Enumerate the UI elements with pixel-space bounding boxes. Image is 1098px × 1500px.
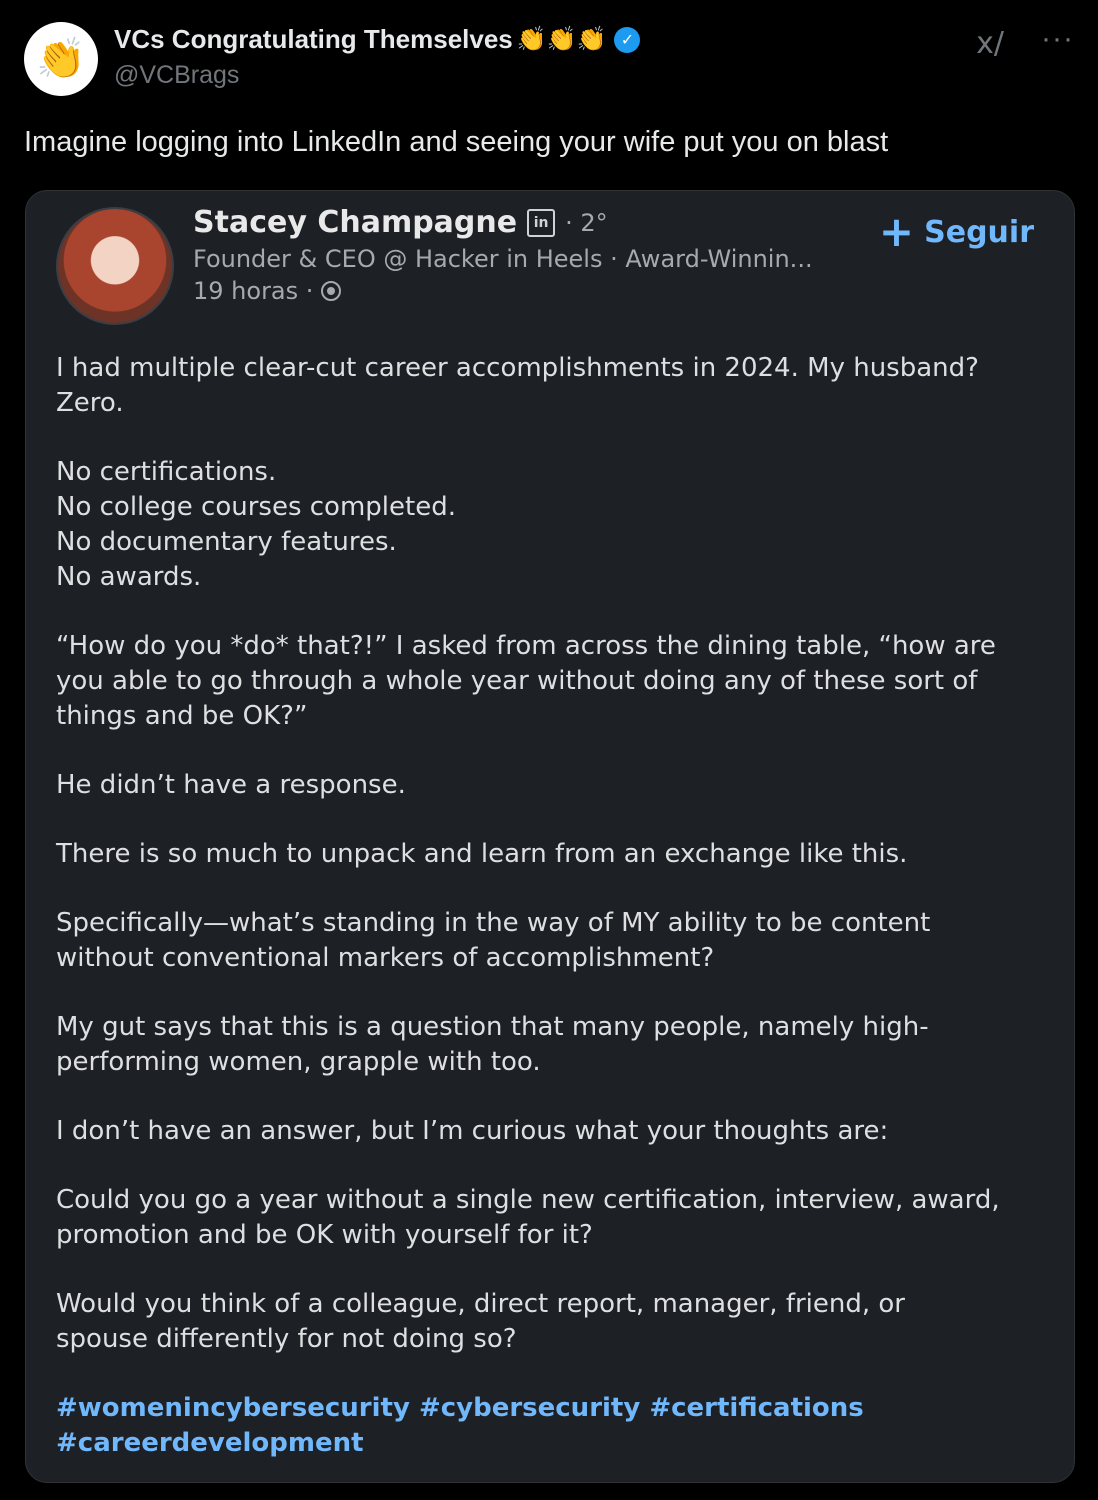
linkedin-author-avatar <box>56 207 174 325</box>
display-name-row[interactable]: VCs Congratulating Themselves 👏👏👏 ✓ <box>114 24 641 55</box>
linkedin-author-headline: Founder & CEO @ Hacker in Heels · Award-… <box>193 245 813 273</box>
post-paragraph: Could you go a year without a single new… <box>56 1185 1000 1250</box>
follow-label: Seguir <box>924 214 1034 250</box>
post-paragraph: There is so much to unpack and learn fro… <box>56 839 908 869</box>
post-paragraph: I don’t have an answer, but I’m curious … <box>56 1116 889 1146</box>
post-hashtags: #womenincybersecurity #cybersecurity #ce… <box>56 1393 864 1458</box>
connection-degree: · 2° <box>565 208 608 237</box>
post-paragraph: I had multiple clear-cut career accompli… <box>56 353 979 418</box>
post-paragraph: “How do you *do* that?!” I asked from ac… <box>56 631 996 731</box>
tweet-text: Imagine logging into LinkedIn and seeing… <box>24 126 889 158</box>
post-paragraph: No certifications. No college courses co… <box>56 457 456 592</box>
attached-image[interactable]: Stacey Champagne in · 2° Founder & CEO @… <box>25 190 1075 1483</box>
plus-icon: + <box>878 207 915 256</box>
linkedin-post-body: I had multiple clear-cut career accompli… <box>56 351 1056 1482</box>
post-paragraph: Would you think of a colleague, direct r… <box>56 1289 905 1354</box>
author-info: VCs Congratulating Themselves 👏👏👏 ✓ @VCB… <box>114 24 641 90</box>
post-paragraph: He didn’t have a response. <box>56 770 406 800</box>
linkedin-author-name: Stacey Champagne <box>193 205 518 240</box>
clapping-hands-icon: 👏 <box>36 37 86 81</box>
post-meta: 19 horas · <box>193 277 342 305</box>
more-options-icon[interactable]: ··· <box>1041 22 1074 56</box>
globe-icon <box>321 281 342 301</box>
follow-button: + Seguir <box>879 211 1034 253</box>
post-paragraph: Specifically—what’s standing in the way … <box>56 908 931 973</box>
verified-badge-icon: ✓ <box>614 26 641 53</box>
linkedin-icon: in <box>527 208 556 237</box>
post-time: 19 horas · <box>193 277 314 305</box>
user-handle[interactable]: @VCBrags <box>114 61 640 90</box>
tweet-header: 👏 VCs Congratulating Themselves 👏👏👏 ✓ @V… <box>24 22 1074 102</box>
clapping-hands-emoji: 👏👏👏 <box>516 26 607 53</box>
linkedin-author-row: Stacey Champagne in · 2° <box>193 205 608 240</box>
display-name[interactable]: VCs Congratulating Themselves <box>114 24 513 55</box>
user-avatar[interactable]: 👏 <box>24 22 98 96</box>
grok-icon[interactable]: x/ <box>976 26 1004 61</box>
post-paragraph: My gut says that this is a question that… <box>56 1012 929 1077</box>
